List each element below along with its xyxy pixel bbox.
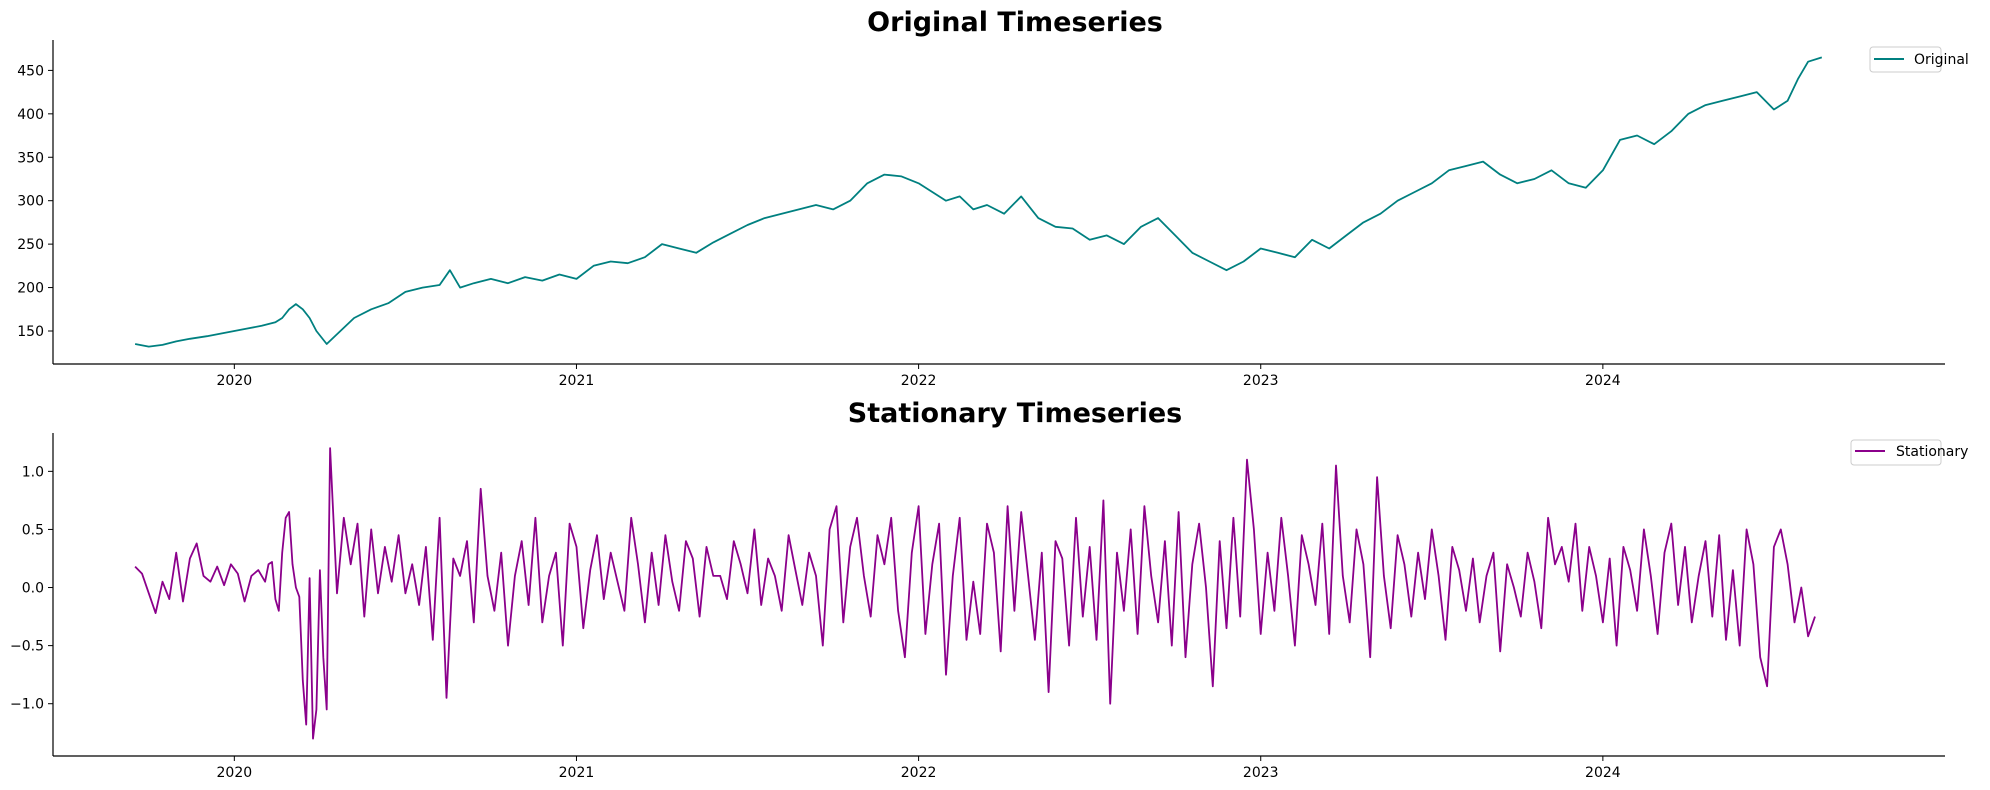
x-tick-label: 2020 bbox=[217, 765, 253, 781]
x-tick-label: 2022 bbox=[901, 373, 937, 389]
legend-stationary: Stationary bbox=[1850, 439, 1968, 466]
legend-original: Original bbox=[1869, 46, 1969, 73]
x-tick-label: 2024 bbox=[1585, 765, 1621, 781]
y-tick-label: 250 bbox=[17, 237, 44, 253]
x-tick-label: 2020 bbox=[217, 373, 253, 389]
series-line-stationary bbox=[134, 447, 1816, 740]
y-tick-label: 1.0 bbox=[22, 464, 44, 480]
y-tick-label: 0.5 bbox=[22, 522, 44, 538]
y-tick-label: 150 bbox=[17, 324, 44, 340]
legend-label-original: Original bbox=[1914, 52, 1969, 68]
legend-label-stationary: Stationary bbox=[1896, 444, 1968, 460]
y-tick-label: 400 bbox=[17, 107, 44, 123]
y-tick-label: −1.0 bbox=[10, 697, 44, 713]
y-tick-label: 300 bbox=[17, 194, 44, 210]
x-tick-label: 2023 bbox=[1243, 373, 1279, 389]
series-line-original bbox=[134, 56, 1823, 348]
figure: Original Timeseries 2020 2021 2022 2023 2024… bbox=[10, 7, 1969, 781]
y-tick-label: 0.0 bbox=[22, 581, 44, 597]
stationary-timeseries-panel: Stationary Timeseries 2020 2021 2022 2023 20… bbox=[10, 398, 1968, 781]
y-tick-label: 200 bbox=[17, 281, 44, 297]
x-tick-label: 2022 bbox=[901, 765, 937, 781]
axes-original: 2020 2021 2022 2023 2024 150 200 250 300 350 400 45… bbox=[17, 40, 1945, 389]
x-tick-label: 2024 bbox=[1585, 373, 1621, 389]
y-tick-label: 350 bbox=[17, 150, 44, 166]
x-tick-label: 2023 bbox=[1243, 765, 1279, 781]
chart-title: Stationary Timeseries bbox=[848, 398, 1183, 429]
chart-title: Original Timeseries bbox=[867, 7, 1163, 38]
x-tick-label: 2021 bbox=[559, 765, 595, 781]
axes-stationary: 2020 2021 2022 2023 2024 −1.0 −0.5 0.0 0.5 1.0 bbox=[10, 433, 1945, 781]
y-tick-label: 450 bbox=[17, 63, 44, 79]
y-tick-label: −0.5 bbox=[10, 639, 44, 655]
x-tick-label: 2021 bbox=[559, 373, 595, 389]
original-timeseries-panel: Original Timeseries 2020 2021 2022 2023 2024… bbox=[17, 7, 1969, 389]
